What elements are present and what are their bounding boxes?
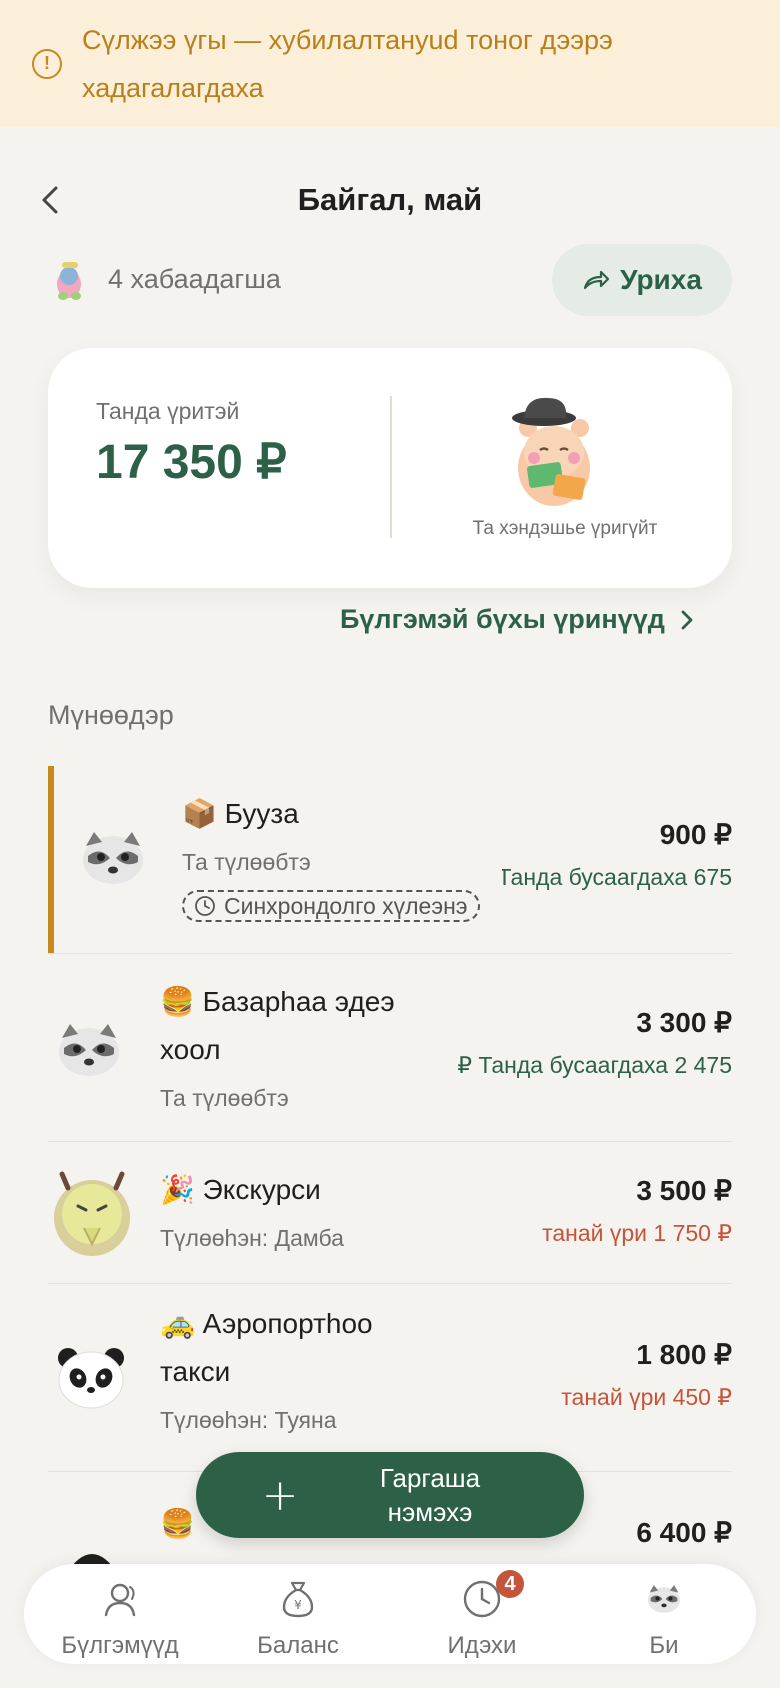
expense-share: Танда бусаагдаха 2 475 ₽	[457, 1052, 732, 1078]
members-count: 4 хабаадагша	[108, 263, 281, 294]
pending-sync-chip: Синхрондолго хүлеэнэ	[182, 890, 480, 922]
expense-row[interactable]: 📦 Бууза Та түлөөбтэ Синхрондолго хүлеэнэ…	[48, 766, 732, 954]
raccoon-avatar-icon	[648, 1585, 680, 1613]
expense-title-line2: хоол	[160, 1034, 221, 1065]
bottom-tab-bar: Бүлгэмүүд ¥ Баланс 4 Идэхи Би	[24, 1564, 756, 1664]
share-arrow-icon	[583, 270, 610, 290]
add-expense-label: Гаргаша нэмэхэ	[379, 1463, 481, 1527]
expense-row[interactable]: 🍔 Базарhaa эдеэ хоол Та түлөөбтэ 3 300 ₽…	[48, 954, 732, 1142]
svg-text:¥: ¥	[294, 1598, 302, 1612]
balance-amount: 17 350 ₽	[96, 436, 287, 489]
chevron-right-icon	[681, 610, 693, 629]
tab-me[interactable]: Би	[574, 1574, 754, 1660]
notification-badge: 4	[496, 1570, 524, 1598]
expense-amount: 6 400 ₽	[636, 1517, 732, 1548]
expense-payer: Түлөөhэн: Дамба	[160, 1225, 344, 1251]
goat-avatar-icon	[54, 1171, 130, 1256]
balance-card: Танда үритэй 17 350 ₽ Та хэндэшье үригүй…	[48, 348, 732, 588]
expense-share: танай үри 1 750 ₽	[542, 1220, 732, 1246]
people-icon	[104, 1583, 136, 1617]
page-header: Байгал, май	[0, 170, 780, 230]
members-summary[interactable]: 4 хабаадагша	[48, 254, 281, 304]
expense-amount: 900 ₽	[659, 819, 732, 850]
expense-title-line2: такси	[160, 1356, 231, 1387]
expense-title: 📦 Бууза	[182, 798, 299, 829]
page-title: Байгал, май	[297, 182, 483, 217]
all-debts-label: Бүлгэмэй бүхы үринүүд	[340, 604, 665, 634]
tab-balance[interactable]: ¥ Баланс	[208, 1574, 388, 1660]
panda-avatar-icon	[58, 1348, 124, 1409]
tab-activity[interactable]: 4 Идэхи	[392, 1570, 572, 1660]
offline-banner-text: Сүлжээ үгы — хубилалтануud тоног дээрэ х…	[82, 24, 613, 103]
pending-indicator	[48, 766, 54, 953]
expense-share: танай үри 450 ₽	[561, 1384, 732, 1410]
expense-title: 🍔	[160, 1508, 195, 1539]
section-title-today: Мүнөөдэр	[48, 700, 174, 730]
invite-button[interactable]: Уриха	[552, 244, 732, 316]
expense-share: Танда бусаагдаха 675 ₽	[502, 864, 732, 890]
money-bag-icon: ¥	[282, 1581, 314, 1618]
expense-payer: Та түлөөбтэ	[160, 1085, 289, 1111]
member-avatar-icon	[57, 262, 81, 300]
expense-row[interactable]: 🎉 Экскурси Түлөөhэн: Дамба 3 500 ₽ танай…	[48, 1142, 732, 1284]
clock-icon	[195, 896, 215, 916]
expense-amount: 3 500 ₽	[636, 1175, 732, 1206]
raccoon-avatar-icon	[59, 1024, 119, 1076]
expense-amount: 1 800 ₽	[636, 1339, 732, 1370]
expense-row[interactable]: 🚕 Аэропортhoo такси Түлөөhэн: Туяна 1 80…	[48, 1284, 732, 1472]
expense-payer: Түлөөhэн: Туяна	[160, 1407, 337, 1433]
invite-label: Уриха	[620, 264, 702, 295]
plus-icon: +	[261, 1469, 299, 1521]
offline-banner: ! Сүлжээ үгы — хубилалтануud тоног дээрэ…	[0, 0, 780, 127]
all-debts-link[interactable]: Бүлгэмэй бүхы үринүүд	[340, 604, 695, 635]
expense-title: 🍔 Базарhaa эдеэ	[160, 986, 395, 1017]
expense-payer: Та түлөөбтэ	[182, 849, 311, 875]
raccoon-avatar-icon	[83, 832, 143, 884]
bear-mascot-icon	[512, 397, 590, 506]
expense-amount: 3 300 ₽	[636, 1007, 732, 1038]
tab-groups[interactable]: Бүлгэмүүд	[30, 1574, 210, 1660]
balance-label: Танда үритэй	[96, 398, 240, 424]
balance-caption: Та хэндэшье үригүйт	[472, 518, 658, 539]
expense-title: 🚕 Аэропортhoo	[160, 1308, 373, 1339]
add-expense-button[interactable]: + Гаргаша нэмэхэ	[196, 1452, 584, 1538]
card-divider	[390, 396, 392, 538]
alert-circle-icon: !	[32, 48, 62, 79]
expense-title: 🎉 Экскурси	[160, 1174, 321, 1205]
